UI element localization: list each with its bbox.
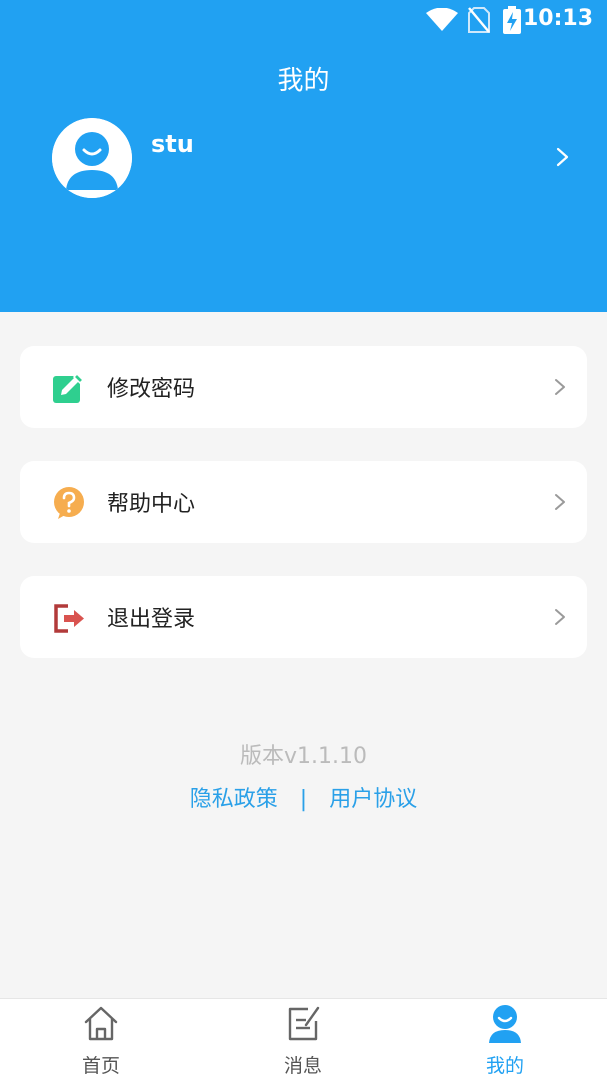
home-icon (84, 1006, 118, 1041)
user-agreement-link[interactable]: 用户协议 (329, 781, 417, 813)
username: stu (151, 130, 194, 158)
nav-label: 我的 (485, 1055, 524, 1077)
nav-tab-home[interactable]: 首页 (0, 999, 202, 1080)
bottom-nav: 首页 消息 我的 (0, 998, 607, 1080)
nav-label: 首页 (81, 1055, 120, 1077)
avatar[interactable] (52, 118, 132, 198)
message-icon (288, 1006, 320, 1041)
menu-item-label: 帮助中心 (107, 492, 196, 517)
logout-icon (54, 604, 84, 633)
chevron-right-icon (555, 609, 565, 625)
nav-label: 消息 (283, 1055, 322, 1077)
menu-item-help-center[interactable]: 帮助中心 (20, 461, 587, 543)
chevron-right-icon (555, 379, 565, 395)
status-bar: 10:13 (0, 0, 607, 40)
status-time: 10:13 (522, 6, 593, 31)
edit-icon (53, 372, 85, 403)
nav-tab-messages[interactable]: 消息 (202, 999, 404, 1080)
privacy-policy-link[interactable]: 隐私政策 (190, 781, 278, 813)
menu-item-change-password[interactable]: 修改密码 (20, 346, 587, 428)
profile-header: 10:13 我的 stu (0, 0, 607, 312)
profile-icon (489, 1005, 521, 1043)
nav-tab-profile[interactable]: 我的 (404, 999, 606, 1080)
legal-links: 隐私政策 | 用户协议 (0, 781, 607, 813)
avatar-person-icon (52, 118, 132, 198)
page-title: 我的 (277, 66, 330, 96)
chevron-right-icon (555, 494, 565, 510)
menu-item-label: 修改密码 (107, 377, 196, 402)
app-version: 版本v1.1.10 (240, 744, 367, 769)
menu-item-label: 退出登录 (107, 607, 196, 632)
chevron-right-icon (556, 147, 569, 167)
link-separator: | (299, 787, 308, 812)
wifi-icon (426, 8, 458, 31)
no-sim-icon (468, 7, 490, 33)
battery-charging-icon (503, 6, 521, 34)
menu-item-logout[interactable]: 退出登录 (20, 576, 587, 658)
profile-entry[interactable]: stu (52, 118, 572, 200)
help-icon (54, 487, 84, 519)
